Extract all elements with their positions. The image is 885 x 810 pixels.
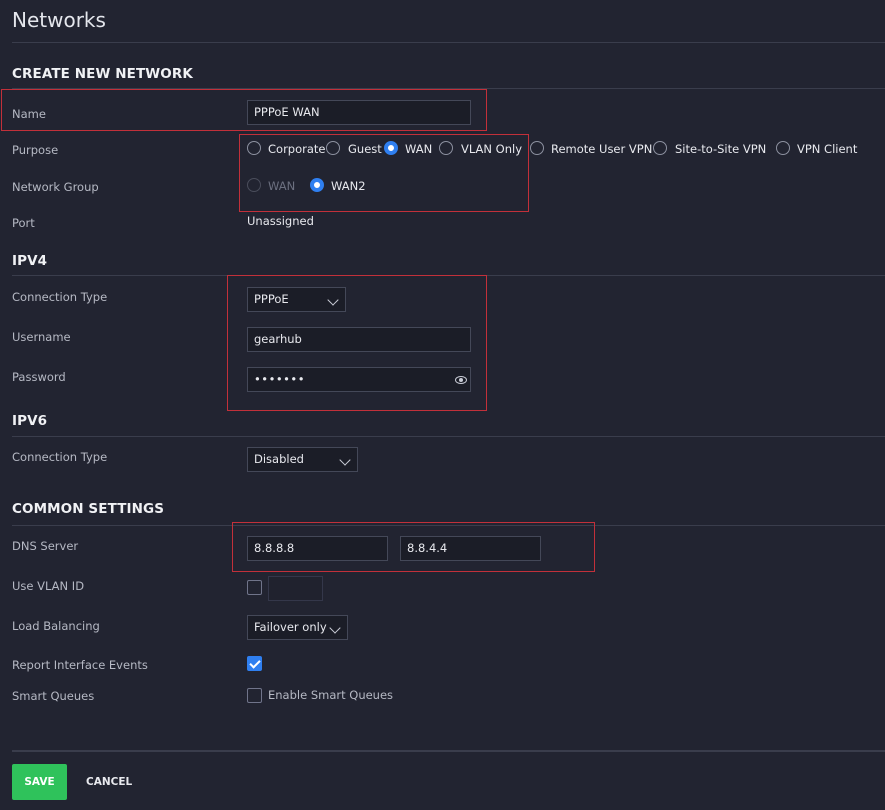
purpose-radio-corporate[interactable] <box>247 141 261 155</box>
purpose-radio-site-to-site-vpn[interactable] <box>653 141 667 155</box>
divider <box>12 42 885 43</box>
load-balancing-value: Failover only <box>254 620 327 634</box>
chevron-down-icon <box>339 454 351 466</box>
group-label-wan: WAN <box>268 179 296 193</box>
username-input[interactable]: gearhub <box>247 327 471 352</box>
purpose-radio-vpn-client[interactable] <box>776 141 790 155</box>
report-interface-events-checkbox[interactable] <box>247 656 262 671</box>
purpose-label-wan: WAN <box>405 142 433 156</box>
vlan-id-input[interactable] <box>268 576 323 601</box>
smart-queues-checkbox[interactable] <box>247 688 262 703</box>
name-input[interactable]: PPPoE WAN <box>247 100 471 125</box>
page-title: Networks <box>12 8 106 32</box>
purpose-label-corporate: Corporate <box>268 142 326 156</box>
purpose-radio-wan[interactable] <box>384 141 398 155</box>
purpose-label-site-to-site-vpn: Site-to-Site VPN <box>675 142 767 156</box>
chevron-down-icon <box>329 622 341 634</box>
enable-smart-queues-label: Enable Smart Queues <box>268 688 394 702</box>
ipv4-connection-type-label: Connection Type <box>12 290 108 304</box>
group-label-wan2: WAN2 <box>331 179 366 193</box>
smart-queues-label: Smart Queues <box>12 689 95 703</box>
save-button[interactable]: SAVE <box>12 764 67 800</box>
name-label: Name <box>12 107 46 121</box>
purpose-label-vpn-client: VPN Client <box>797 142 858 156</box>
show-password-eye-icon[interactable] <box>455 376 467 384</box>
group-radio-wan <box>247 178 261 192</box>
purpose-radio-guest[interactable] <box>326 141 340 155</box>
port-label: Port <box>12 216 35 230</box>
password-label: Password <box>12 370 66 384</box>
footer-divider <box>12 750 885 752</box>
section-common-settings: COMMON SETTINGS <box>12 501 165 517</box>
section-ipv6: IPV6 <box>12 413 48 429</box>
load-balancing-label: Load Balancing <box>12 619 100 633</box>
purpose-radio-remote-user-vpn[interactable] <box>530 141 544 155</box>
ipv6-connection-type-select[interactable]: Disabled <box>247 447 358 472</box>
dns-server-1-input[interactable]: 8.8.8.8 <box>247 536 388 561</box>
use-vlan-id-checkbox[interactable] <box>247 580 262 595</box>
dns-server-2-input[interactable]: 8.8.4.4 <box>400 536 541 561</box>
group-radio-wan2[interactable] <box>310 178 324 192</box>
password-input[interactable]: ••••••• <box>247 367 471 392</box>
purpose-label-vlan-only: VLAN Only <box>461 142 523 156</box>
report-interface-events-label: Report Interface Events <box>12 658 148 672</box>
network-group-label: Network Group <box>12 180 99 194</box>
ipv6-connection-type-label: Connection Type <box>12 450 108 464</box>
username-label: Username <box>12 330 71 344</box>
ipv4-connection-type-select[interactable]: PPPoE <box>247 287 346 312</box>
section-ipv4: IPV4 <box>12 253 48 269</box>
load-balancing-select[interactable]: Failover only <box>247 615 348 640</box>
purpose-label-remote-user-vpn: Remote User VPN <box>551 142 653 156</box>
chevron-down-icon <box>327 294 339 306</box>
ipv4-connection-type-value: PPPoE <box>254 292 289 306</box>
dns-server-label: DNS Server <box>12 539 79 553</box>
ipv6-connection-type-value: Disabled <box>254 452 304 466</box>
port-value: Unassigned <box>247 214 314 228</box>
purpose-label-guest: Guest <box>348 142 382 156</box>
cancel-button[interactable]: CANCEL <box>86 776 132 788</box>
use-vlan-id-label: Use VLAN ID <box>12 579 85 593</box>
purpose-radio-vlan-only[interactable] <box>439 141 453 155</box>
purpose-label: Purpose <box>12 143 59 157</box>
section-create-network: CREATE NEW NETWORK <box>12 66 193 82</box>
divider <box>12 436 885 437</box>
